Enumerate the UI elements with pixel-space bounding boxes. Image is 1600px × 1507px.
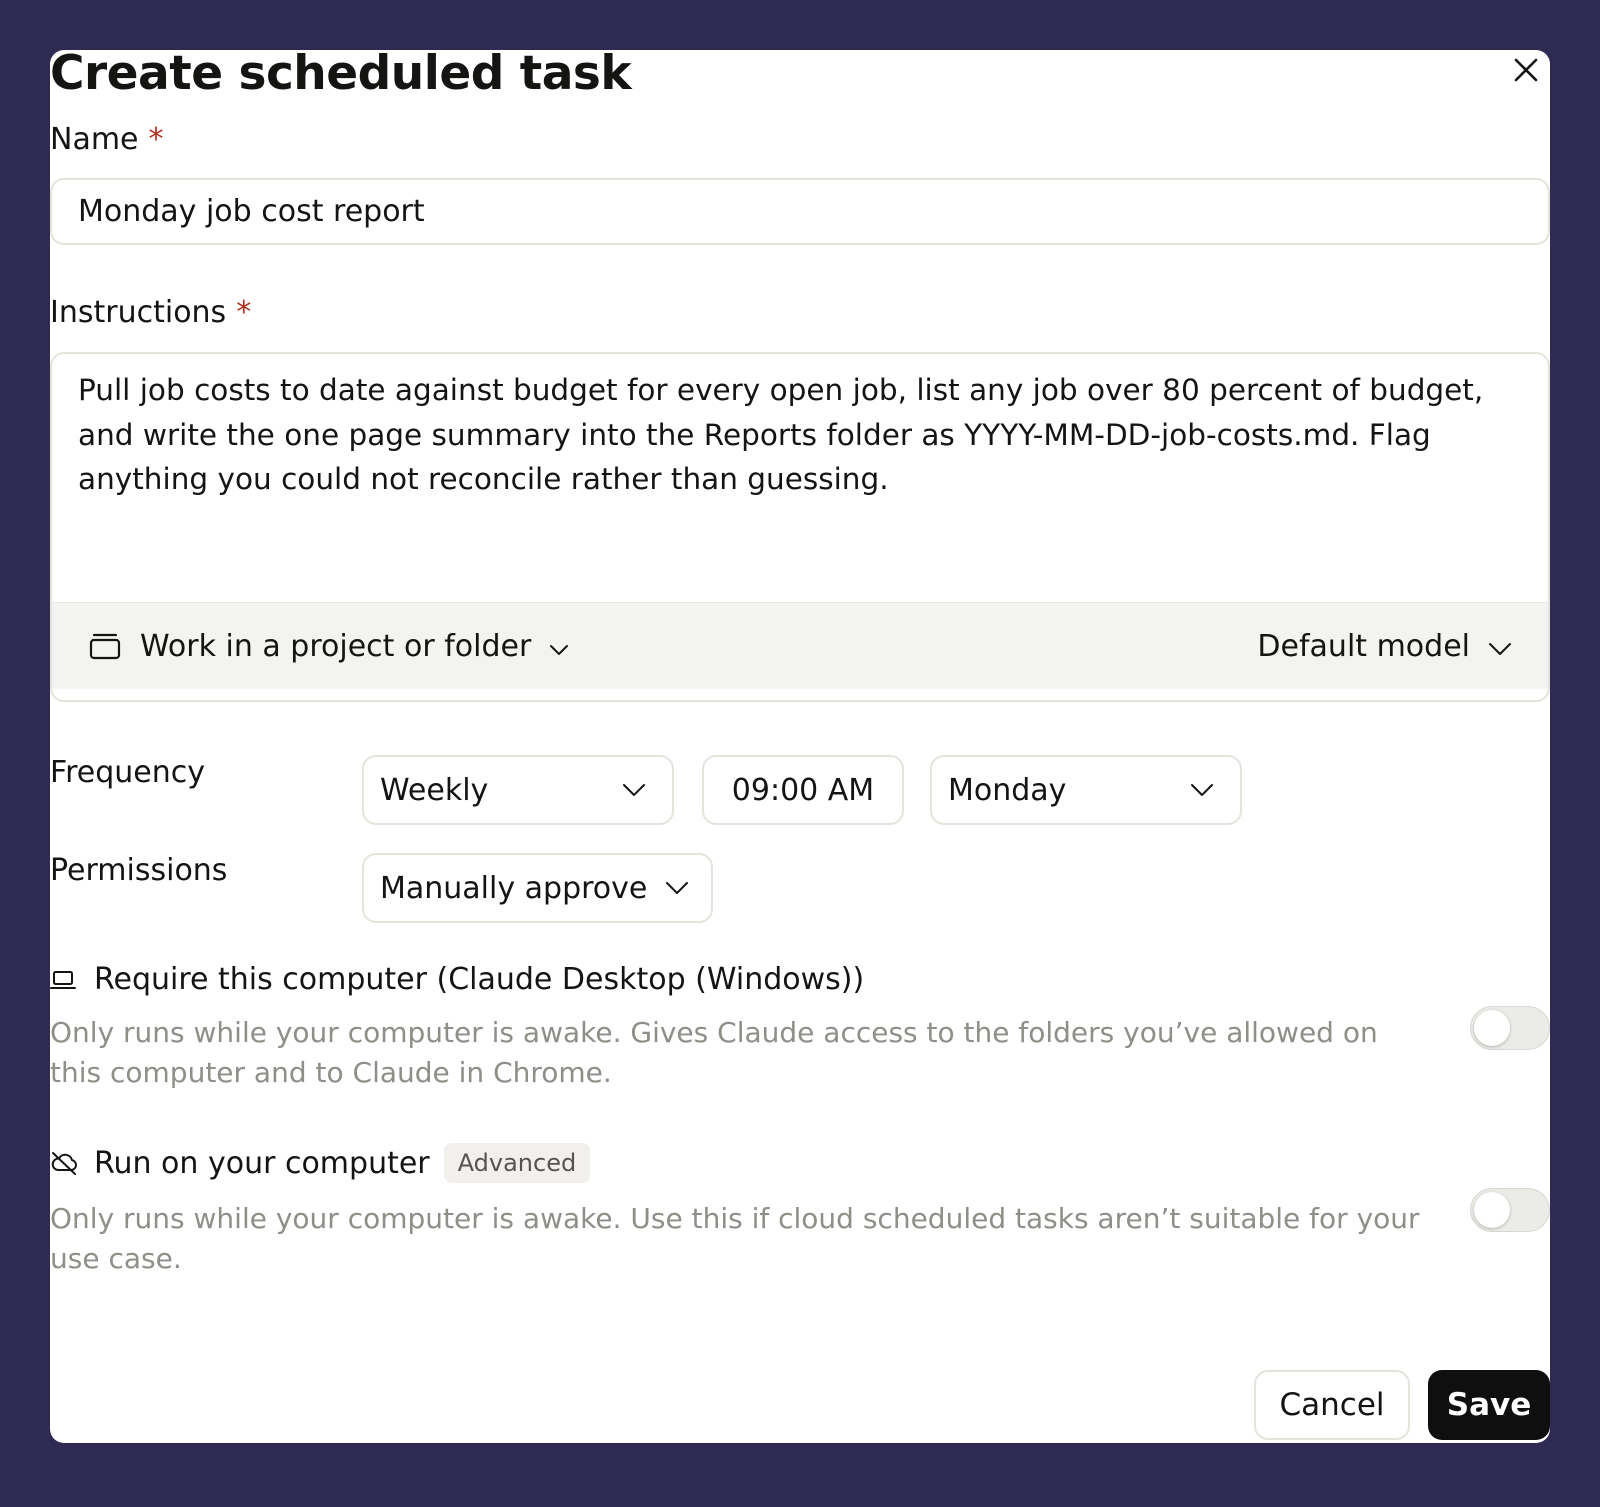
frequency-interval-value: Weekly — [380, 772, 489, 808]
chevron-down-icon — [1488, 629, 1512, 664]
save-button[interactable]: Save — [1428, 1370, 1550, 1440]
name-input[interactable]: Monday job cost report — [50, 178, 1550, 245]
require-computer-description: Only runs while your computer is awake. … — [50, 1016, 1378, 1089]
require-computer-option-title: Require this computer (Claude Desktop (W… — [50, 962, 864, 997]
frequency-interval-select[interactable]: Weekly — [362, 755, 674, 825]
permissions-value: Manually approve — [380, 870, 648, 906]
frequency-label: Frequency — [50, 755, 205, 790]
name-label-text: Name — [50, 122, 139, 157]
instructions-textarea[interactable]: Pull job costs to date against budget fo… — [50, 352, 1550, 702]
run-on-computer-toggle[interactable] — [1470, 1188, 1550, 1232]
run-on-computer-option-title: Run on your computer Advanced — [50, 1143, 591, 1183]
instructions-label-text: Instructions — [50, 295, 227, 330]
laptop-icon — [50, 968, 76, 992]
composer-footer: Work in a project or folder Default mode… — [52, 602, 1548, 689]
model-label: Default model — [1257, 628, 1470, 664]
required-marker: * — [236, 295, 252, 330]
require-computer-label: Require this computer (Claude Desktop (W… — [94, 962, 865, 997]
time-input[interactable]: 09:00 AM — [702, 755, 904, 825]
name-label: Name * — [50, 122, 164, 157]
run-on-computer-label: Run on your computer — [94, 1145, 430, 1181]
chevron-down-icon — [1190, 783, 1214, 797]
time-value: 09:00 AM — [731, 772, 875, 808]
create-task-dialog: Create scheduled task Name * Monday job c… — [50, 46, 1550, 1443]
toggle-knob — [1474, 1010, 1510, 1046]
name-input-value: Monday job cost report — [78, 194, 425, 229]
day-value: Monday — [948, 772, 1067, 808]
required-marker: * — [148, 122, 164, 157]
project-folder-label: Work in a project or folder — [140, 628, 532, 664]
day-select[interactable]: Monday — [930, 755, 1242, 825]
folder-icon — [88, 631, 122, 661]
close-icon[interactable] — [1510, 54, 1542, 86]
chevron-down-icon — [665, 881, 689, 895]
chevron-down-icon — [622, 783, 646, 797]
instructions-value: Pull job costs to date against budget fo… — [78, 373, 1484, 496]
toggle-knob — [1474, 1192, 1510, 1228]
chevron-down-icon — [549, 629, 569, 664]
cancel-button[interactable]: Cancel — [1254, 1370, 1410, 1440]
instructions-label: Instructions * — [50, 295, 251, 330]
advanced-badge: Advanced — [443, 1143, 591, 1183]
permissions-label: Permissions — [50, 853, 228, 888]
model-selector[interactable]: Default model — [1257, 603, 1512, 689]
run-on-computer-description: Only runs while your computer is awake. … — [50, 1202, 1420, 1275]
require-computer-toggle[interactable] — [1470, 1006, 1550, 1050]
dialog-title: Create scheduled task — [50, 46, 632, 101]
project-folder-button[interactable]: Work in a project or folder — [88, 603, 569, 689]
permissions-select[interactable]: Manually approve — [362, 853, 713, 923]
cloud-off-icon — [50, 1150, 78, 1176]
